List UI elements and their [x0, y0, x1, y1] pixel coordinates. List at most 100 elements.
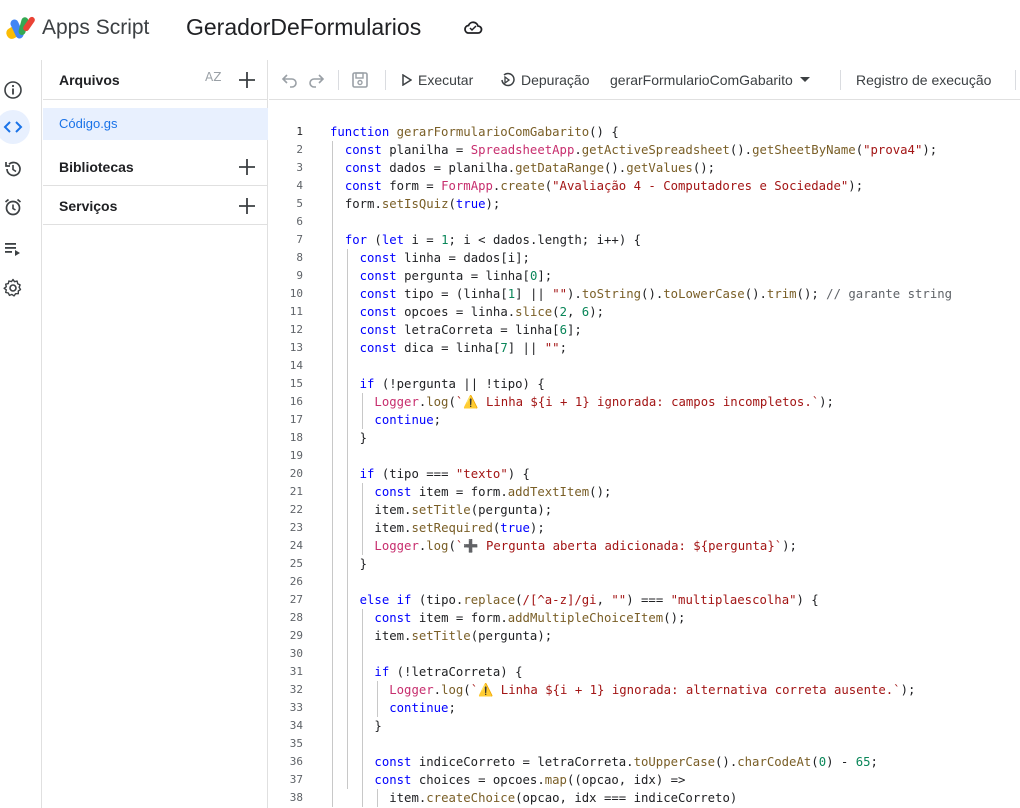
code-line[interactable]: 12 const letraCorreta = linha[6];	[269, 321, 1020, 339]
code-line[interactable]: 27 else if (tipo.replace(/[^a-z]/gi, "")…	[269, 591, 1020, 609]
code-line[interactable]: 36 const indiceCorreto = letraCorreta.to…	[269, 753, 1020, 771]
code-text[interactable]: const choices = opcoes.map((opcao, idx) …	[330, 771, 685, 789]
code-text[interactable]: }	[330, 429, 367, 447]
file-item-codigo[interactable]: Código.gs	[43, 108, 268, 140]
code-line[interactable]: 4 const form = FormApp.create("Avaliação…	[269, 177, 1020, 195]
code-text[interactable]: const linha = dados[i];	[330, 249, 530, 267]
code-text[interactable]: else if (tipo.replace(/[^a-z]/gi, "") ==…	[330, 591, 819, 609]
code-line[interactable]: 23 item.setRequired(true);	[269, 519, 1020, 537]
code-line[interactable]: 29 item.setTitle(pergunta);	[269, 627, 1020, 645]
code-line[interactable]: 31 if (!letraCorreta) {	[269, 663, 1020, 681]
code-line[interactable]: 3 const dados = planilha.getDataRange().…	[269, 159, 1020, 177]
code-line[interactable]: 37 const choices = opcoes.map((opcao, id…	[269, 771, 1020, 789]
cloud-saved-icon[interactable]	[463, 20, 483, 36]
code-line[interactable]: 21 const item = form.addTextItem();	[269, 483, 1020, 501]
line-number: 12	[289, 323, 303, 336]
code-text[interactable]: continue;	[330, 699, 456, 717]
code-line[interactable]: 24 Logger.log(`➕ Pergunta aberta adicion…	[269, 537, 1020, 555]
add-library-button[interactable]	[235, 155, 259, 179]
code-text[interactable]: }	[330, 717, 381, 735]
line-number: 11	[289, 305, 303, 318]
code-editor[interactable]: 1 function gerarFormularioComGabarito() {…	[269, 100, 1020, 808]
code-line[interactable]: 10 const tipo = (linha[1] || "").toStrin…	[269, 285, 1020, 303]
code-line[interactable]: 19	[269, 447, 1020, 465]
code-line[interactable]: 13 const dica = linha[7] || "";	[269, 339, 1020, 357]
file-name[interactable]: Código.gs	[59, 116, 118, 131]
code-text[interactable]: const dados = planilha.getDataRange().ge…	[330, 159, 715, 177]
line-number: 2	[296, 143, 303, 156]
code-line[interactable]: 28 const item = form.addMultipleChoiceIt…	[269, 609, 1020, 627]
line-number: 24	[289, 539, 303, 552]
files-panel: Arquivos AZ Código.gs Bibliotecas Serviç…	[43, 60, 268, 808]
save-icon[interactable]	[351, 71, 369, 89]
code-text[interactable]: Logger.log(`➕ Pergunta aberta adicionada…	[330, 537, 797, 555]
overview-icon[interactable]	[0, 77, 26, 103]
undo-icon[interactable]	[281, 71, 299, 89]
left-nav-rail	[0, 60, 42, 808]
section-libraries[interactable]: Bibliotecas	[43, 148, 268, 186]
code-line[interactable]: 30	[269, 645, 1020, 663]
history-icon[interactable]	[0, 156, 26, 182]
code-text[interactable]: const item = form.addMultipleChoiceItem(…	[330, 609, 685, 627]
project-title[interactable]: GeradorDeFormularios	[186, 14, 421, 41]
gear-icon[interactable]	[0, 275, 26, 301]
execution-log-button[interactable]: Registro de execução	[856, 60, 991, 100]
code-line[interactable]: 38 item.createChoice(opcao, idx === indi…	[269, 789, 1020, 807]
section-services[interactable]: Serviços	[43, 187, 268, 225]
apps-script-logo[interactable]	[4, 13, 37, 41]
code-text[interactable]: const letraCorreta = linha[6];	[330, 321, 582, 339]
code-line[interactable]: 14	[269, 357, 1020, 375]
code-line[interactable]: 22 item.setTitle(pergunta);	[269, 501, 1020, 519]
code-text[interactable]: const indiceCorreto = letraCorreta.toUpp…	[330, 753, 878, 771]
code-text[interactable]: form.setIsQuiz(true);	[330, 195, 501, 213]
code-text[interactable]: item.createChoice(opcao, idx === indiceC…	[330, 789, 737, 807]
code-line[interactable]: 8 const linha = dados[i];	[269, 249, 1020, 267]
code-text[interactable]: const planilha = SpreadsheetApp.getActiv…	[330, 141, 937, 159]
code-text[interactable]: item.setTitle(pergunta);	[330, 627, 552, 645]
debug-button[interactable]: Depuração	[499, 60, 590, 100]
code-line[interactable]: 6	[269, 213, 1020, 231]
code-line[interactable]: 26	[269, 573, 1020, 591]
editor-icon[interactable]	[0, 110, 30, 144]
code-text[interactable]: Logger.log(`⚠️ Linha ${i + 1} ignorada: …	[330, 393, 834, 411]
code-text[interactable]: const pergunta = linha[0];	[330, 267, 553, 285]
code-line[interactable]: 32 Logger.log(`⚠️ Linha ${i + 1} ignorad…	[269, 681, 1020, 699]
code-text[interactable]: const form = FormApp.create("Avaliação 4…	[330, 177, 863, 195]
code-text[interactable]: function gerarFormularioComGabarito() {	[330, 123, 619, 141]
code-line[interactable]: 25 }	[269, 555, 1020, 573]
code-text[interactable]: const opcoes = linha.slice(2, 6);	[330, 303, 604, 321]
code-text[interactable]: item.setTitle(pergunta);	[330, 501, 552, 519]
code-line[interactable]: 11 const opcoes = linha.slice(2, 6);	[269, 303, 1020, 321]
executions-icon[interactable]	[0, 235, 26, 261]
add-service-button[interactable]	[235, 194, 259, 218]
code-text[interactable]: if (!letraCorreta) {	[330, 663, 522, 681]
code-line[interactable]: 20 if (tipo === "texto") {	[269, 465, 1020, 483]
code-text[interactable]: const tipo = (linha[1] || "").toString()…	[330, 285, 952, 303]
app-name[interactable]: Apps Script	[42, 16, 149, 40]
code-line[interactable]: 16 Logger.log(`⚠️ Linha ${i + 1} ignorad…	[269, 393, 1020, 411]
code-line[interactable]: 35	[269, 735, 1020, 753]
code-line[interactable]: 17 continue;	[269, 411, 1020, 429]
code-line[interactable]: 15 if (!pergunta || !tipo) {	[269, 375, 1020, 393]
code-text[interactable]: if (tipo === "texto") {	[330, 465, 530, 483]
code-text[interactable]: if (!pergunta || !tipo) {	[330, 375, 545, 393]
add-file-button[interactable]	[235, 68, 259, 92]
alarm-clock-icon[interactable]	[0, 194, 26, 220]
code-text[interactable]: Logger.log(`⚠️ Linha ${i + 1} ignorada: …	[330, 681, 915, 699]
code-line[interactable]: 9 const pergunta = linha[0];	[269, 267, 1020, 285]
run-button[interactable]: Executar	[402, 60, 473, 100]
code-text[interactable]: for (let i = 1; i < dados.length; i++) {	[330, 231, 641, 249]
code-text[interactable]: const dica = linha[7] || "";	[330, 339, 567, 357]
code-line[interactable]: 33 continue;	[269, 699, 1020, 717]
code-line[interactable]: 5 form.setIsQuiz(true);	[269, 195, 1020, 213]
code-line[interactable]: 7 for (let i = 1; i < dados.length; i++)…	[269, 231, 1020, 249]
code-text[interactable]: const item = form.addTextItem();	[330, 483, 611, 501]
code-line[interactable]: 2 const planilha = SpreadsheetApp.getAct…	[269, 141, 1020, 159]
code-text[interactable]: }	[330, 555, 367, 573]
code-line[interactable]: 1 function gerarFormularioComGabarito() {	[269, 123, 1020, 141]
code-line[interactable]: 34 }	[269, 717, 1020, 735]
function-selector[interactable]: gerarFormularioComGabarito	[610, 60, 811, 100]
sort-az-button[interactable]: AZ	[205, 70, 229, 90]
redo-icon[interactable]	[307, 71, 325, 89]
code-line[interactable]: 18 }	[269, 429, 1020, 447]
